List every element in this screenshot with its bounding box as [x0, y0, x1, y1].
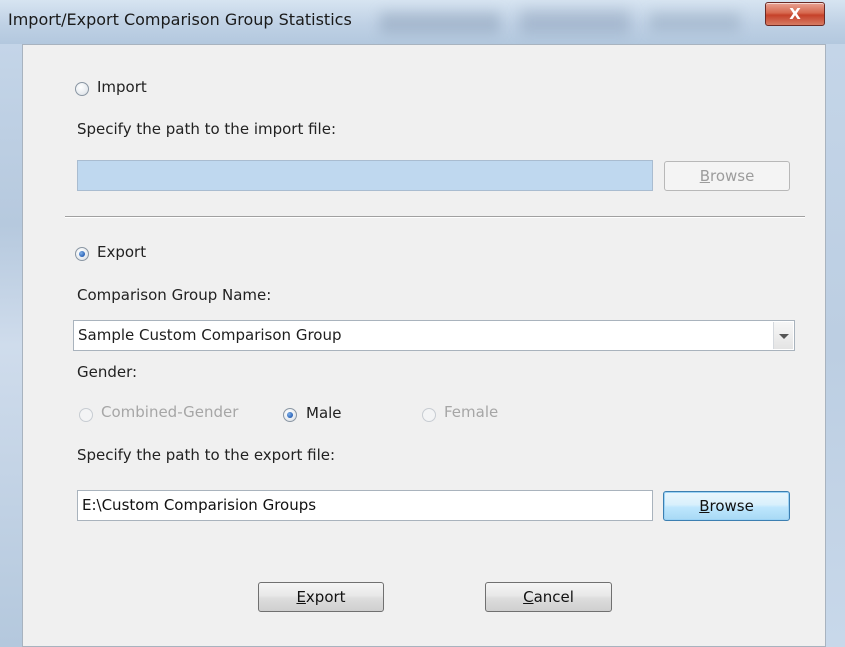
titlebar-background-blur [520, 10, 630, 34]
dialog-content: Import Specify the path to the import fi… [22, 44, 826, 647]
gender-radio-male[interactable] [283, 408, 297, 422]
close-icon: X [789, 5, 801, 23]
gender-label-combined[interactable]: Combined-Gender [101, 403, 238, 421]
titlebar-background-blur [650, 12, 740, 32]
export-path-label: Specify the path to the export file: [77, 446, 336, 464]
import-browse-mnemonic: B [699, 167, 710, 185]
gender-radio-female[interactable] [422, 408, 436, 422]
dialog-window: Import/Export Comparison Group Statistic… [0, 0, 845, 647]
gender-label: Gender: [77, 363, 138, 381]
window-title: Import/Export Comparison Group Statistic… [8, 10, 352, 29]
export-radio[interactable] [75, 247, 89, 261]
export-browse-button[interactable]: Browse [663, 491, 790, 521]
import-browse-button[interactable]: Browse [664, 161, 790, 191]
import-path-label: Specify the path to the import file: [77, 120, 337, 138]
import-path-field[interactable] [77, 160, 653, 191]
export-button-label: xport [305, 588, 346, 606]
window-frame-left [0, 44, 22, 647]
gender-label-male[interactable]: Male [306, 404, 342, 422]
cancel-button[interactable]: Cancel [485, 582, 612, 612]
export-browse-mnemonic: B [699, 497, 710, 515]
cancel-button-mnemonic: C [523, 588, 534, 606]
chevron-down-icon[interactable] [773, 322, 793, 349]
import-radio-label[interactable]: Import [97, 78, 147, 96]
export-browse-label: rowse [709, 497, 754, 515]
window-frame-right [826, 44, 845, 647]
export-path-field[interactable]: E:\Custom Comparision Groups [77, 490, 653, 521]
import-browse-label: rowse [709, 167, 755, 185]
comparison-group-label: Comparison Group Name: [77, 286, 272, 304]
close-button[interactable]: X [765, 2, 825, 26]
comparison-group-select[interactable]: Sample Custom Comparison Group [73, 320, 795, 351]
import-radio[interactable] [75, 82, 89, 96]
gender-label-female[interactable]: Female [444, 403, 498, 421]
section-divider [65, 216, 805, 218]
comparison-group-value: Sample Custom Comparison Group [78, 326, 342, 344]
cancel-button-label: ancel [533, 588, 574, 606]
titlebar-background-blur [380, 12, 500, 34]
gender-radio-combined[interactable] [79, 408, 93, 422]
title-bar[interactable]: Import/Export Comparison Group Statistic… [0, 0, 845, 44]
export-button-mnemonic: E [296, 588, 306, 606]
export-radio-label[interactable]: Export [97, 243, 146, 261]
export-button[interactable]: Export [258, 582, 384, 612]
